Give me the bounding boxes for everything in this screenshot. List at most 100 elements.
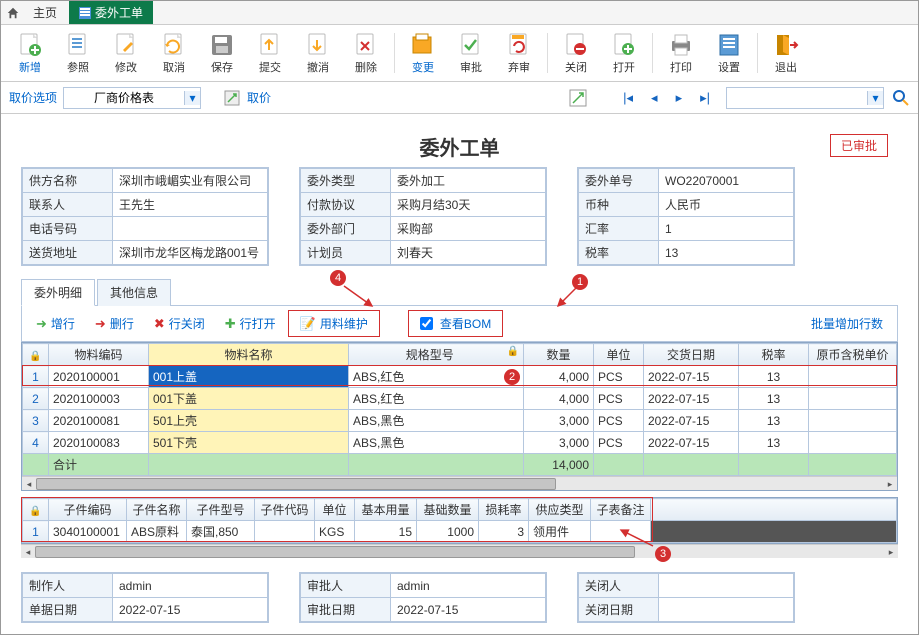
new-button[interactable]: 新增 [7,29,53,77]
view-bom-button[interactable]: 查看BOM [412,312,499,335]
search-input[interactable] [727,88,867,108]
col-spec[interactable]: 规格型号 🔒 [349,344,524,366]
phone [113,217,268,241]
sub-col-supply[interactable]: 供应类型 [529,499,591,521]
close-date [659,598,794,622]
ref-button[interactable]: 参照 [55,29,101,77]
print-button[interactable]: 打印 [658,29,704,77]
view-bom-checkbox[interactable] [420,317,433,330]
change-button[interactable]: 变更 [400,29,446,77]
h-scrollbar[interactable]: ◂ ▸ [22,476,897,490]
sub-col-base[interactable]: 基本用量 [355,499,417,521]
sub-col-unit[interactable]: 单位 [315,499,355,521]
open-icon [610,31,638,58]
close-row-button[interactable]: ✖行关闭 [146,312,213,335]
col-deliv[interactable]: 交货日期 [644,344,739,366]
table-row[interactable]: 12020100001001上盖ABS,红色4,000PCS2022-07-15… [23,366,897,388]
table-row[interactable]: 22020100003001下盖ABS,红色4,000PCS2022-07-15… [23,388,897,410]
search-icon[interactable] [892,89,910,107]
search-combo[interactable]: ▾ [726,87,884,109]
submit-icon [256,31,284,58]
col-tax[interactable]: 税率 [739,344,809,366]
reject-icon [505,31,533,58]
sub-col-itemcode[interactable]: 子件代码 [255,499,315,521]
sub-col-name[interactable]: 子件名称 [127,499,187,521]
submit-button[interactable]: 提交 [247,29,293,77]
vendor-price-input[interactable] [64,88,184,108]
table-row[interactable]: 13040100001ABS原料泰国,850KGS1510003领用件 [23,521,897,543]
tab-outsource-order[interactable]: 委外工单 [69,1,153,24]
nav-next-button[interactable]: ▸ [676,90,683,106]
closer [659,574,794,598]
order-no: WO22070001 [659,169,794,193]
settings-icon [715,31,743,58]
del-row-button[interactable]: ➜删行 [87,312,142,335]
sub-col-remark[interactable]: 子表备注 [591,499,651,521]
callout-2: 2 [504,369,520,385]
sub-grid[interactable]: 🔒 子件编码 子件名称 子件型号 子件代码 单位 基本用量 基础数量 损耗率 供… [21,497,898,544]
sub-col-loss[interactable]: 损耗率 [479,499,529,521]
scroll-left-icon[interactable]: ◂ [21,545,35,559]
sub-col-code[interactable]: 子件编码 [49,499,127,521]
vendor-price-combo[interactable]: ▾ [63,87,201,109]
delete-button[interactable]: 删除 [343,29,389,77]
sub-col-model[interactable]: 子件型号 [187,499,255,521]
add-row-button[interactable]: ➜增行 [28,312,83,335]
dropdown-icon[interactable]: ▾ [184,91,200,105]
exch-rate: 1 [659,217,794,241]
material-maint-button[interactable]: 📝用料维护 [292,312,376,335]
contract-panel: 委外类型委外加工 付款协议采购月结30天 委外部门采购部 计划员刘春天 [299,167,547,266]
doc-panel: 委外单号WO22070001 币种人民币 汇率1 税率13 [577,167,795,266]
scroll-left-icon[interactable]: ◂ [22,477,36,491]
approve-button[interactable]: 审批 [448,29,494,77]
fetch-price-icon[interactable] [223,89,241,107]
nav-prev-button[interactable]: ◂ [651,90,658,106]
dropdown-icon[interactable]: ▾ [867,91,883,105]
col-unit[interactable]: 单位 [594,344,644,366]
sub-col-baseqty[interactable]: 基础数量 [417,499,479,521]
scroll-thumb[interactable] [36,478,556,490]
payment-terms: 采购月结30天 [391,193,546,217]
col-price[interactable]: 原币含税单价 [809,344,897,366]
dept: 采购部 [391,217,546,241]
table-row[interactable]: 42020100083501下壳ABS,黑色3,000PCS2022-07-15… [23,432,897,454]
table-row[interactable]: 32020100081501上壳ABS,黑色3,000PCS2022-07-15… [23,410,897,432]
scroll-right-icon[interactable]: ▸ [884,545,898,559]
save-button[interactable]: 保存 [199,29,245,77]
exit-button[interactable]: 退出 [763,29,809,77]
lock-icon: 🔒 [29,351,41,362]
col-code[interactable]: 物料编码 [49,344,149,366]
tab-home[interactable]: 主页 [23,1,67,24]
sub-h-scrollbar[interactable]: ◂ ▸ [21,544,898,558]
undo-icon [304,31,332,58]
col-name[interactable]: 物料名称 [149,344,349,366]
fetch-price-label[interactable]: 取价 [247,89,271,106]
settings-button[interactable]: 设置 [706,29,752,77]
tab-detail[interactable]: 委外明细 [21,279,95,306]
open-row-icon: ✚ [225,316,236,332]
main-grid[interactable]: 🔒 物料编码 物料名称 规格型号 🔒 数量 单位 交货日期 税率 原币含税单价 … [21,342,898,491]
delete-icon [352,31,380,58]
scroll-right-icon[interactable]: ▸ [883,477,897,491]
reject-button[interactable]: 弃审 [496,29,542,77]
col-qty[interactable]: 数量 [524,344,594,366]
undo-button[interactable]: 撤消 [295,29,341,77]
batch-add-label[interactable]: 批量增加行数 [811,315,891,332]
open-button[interactable]: 打开 [601,29,647,77]
close-button[interactable]: 关闭 [553,29,599,77]
maker: admin [113,574,268,598]
nav-last-button[interactable]: ▸| [700,90,710,106]
tab-other-info[interactable]: 其他信息 [97,279,171,306]
callout-3: 3 [655,546,671,562]
cancel-button[interactable]: 取消 [151,29,197,77]
cancel-icon [160,31,188,58]
nav-first-button[interactable]: |◂ [623,90,633,106]
ref-icon [64,31,92,58]
modify-button[interactable]: 修改 [103,29,149,77]
open-row-button[interactable]: ✚行打开 [217,312,284,335]
home-icon[interactable] [5,5,21,21]
scroll-thumb[interactable] [35,546,635,558]
link-icon[interactable] [569,89,587,107]
price-option-label: 取价选项 [9,89,57,106]
approver: admin [391,574,546,598]
